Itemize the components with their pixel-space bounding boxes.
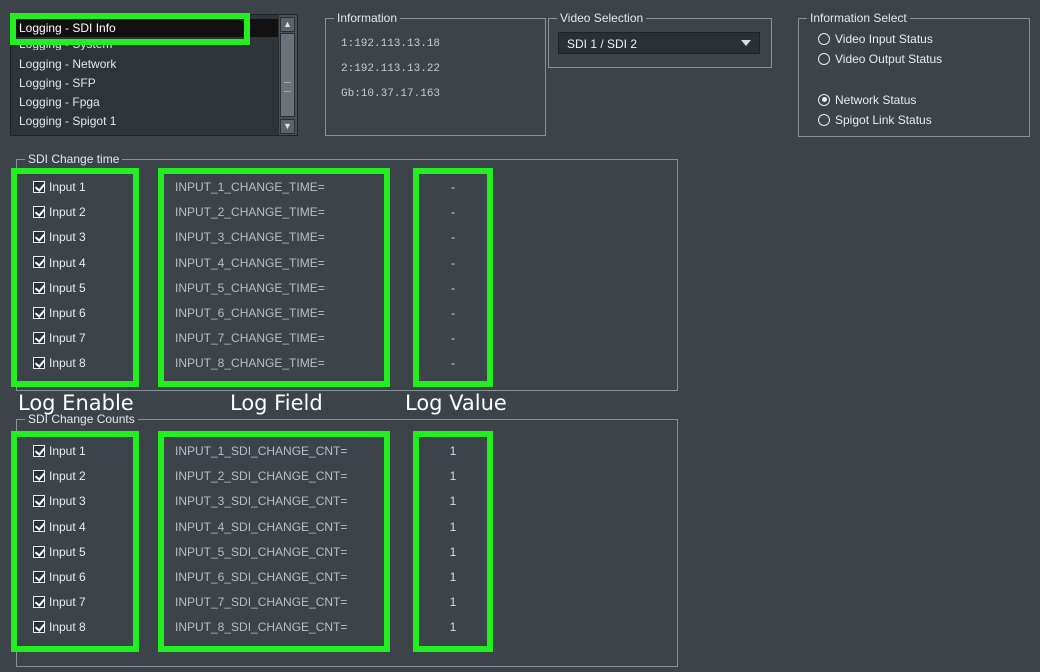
info-line-1: 1:192.113.13.18 <box>341 38 441 50</box>
information-group: Information 1:192.113.13.18 2:192.113.13… <box>324 11 546 136</box>
list-scrollbar[interactable]: ▲ ▼ <box>278 15 297 135</box>
scroll-down-icon[interactable]: ▼ <box>280 119 295 134</box>
list-item-spigot-1[interactable]: Logging - Spigot 1 <box>19 112 116 130</box>
radio-icon <box>818 52 830 65</box>
information-select-title: Information Select <box>798 11 910 25</box>
radio-spigot-link-status[interactable]: Spigot Link Status <box>818 112 932 128</box>
video-selection-title: Video Selection <box>547 11 647 25</box>
chevron-down-icon <box>741 40 751 46</box>
callout-log-enable: Log Enable <box>18 391 134 415</box>
video-selection-dropdown[interactable]: SDI 1 / SDI 2 <box>558 32 760 54</box>
list-item-partial <box>19 131 22 135</box>
list-item-sfp[interactable]: Logging - SFP <box>19 74 96 92</box>
callout-log-value: Log Value <box>405 391 507 415</box>
info-line-2: 2:192.113.13.22 <box>341 63 441 75</box>
highlight-log-value-time <box>413 168 493 387</box>
radio-icon <box>818 113 830 126</box>
information-title: Information <box>324 11 401 25</box>
scroll-thumb[interactable] <box>280 33 295 117</box>
sdi-change-time-title: SDI Change time <box>15 152 123 166</box>
scroll-up-icon[interactable]: ▲ <box>280 17 295 32</box>
radio-selected-icon <box>818 93 830 106</box>
highlight-selected-log <box>10 13 250 45</box>
info-line-3: Gb:10.37.17.163 <box>341 88 441 100</box>
radio-icon <box>818 32 830 45</box>
radio-video-input-status[interactable]: Video Input Status <box>818 31 933 47</box>
list-item-network[interactable]: Logging - Network <box>19 55 116 73</box>
highlight-log-field-time <box>158 168 390 387</box>
highlight-log-value-counts <box>413 431 493 652</box>
highlight-log-enable-counts <box>11 431 139 652</box>
radio-video-output-status[interactable]: Video Output Status <box>818 51 942 67</box>
list-item-fpga[interactable]: Logging - Fpga <box>19 93 100 111</box>
video-selection-value: SDI 1 / SDI 2 <box>567 37 638 51</box>
callout-log-field: Log Field <box>230 391 323 415</box>
highlight-log-enable-time <box>11 168 139 387</box>
radio-network-status[interactable]: Network Status <box>818 92 916 108</box>
highlight-log-field-counts <box>158 431 390 652</box>
